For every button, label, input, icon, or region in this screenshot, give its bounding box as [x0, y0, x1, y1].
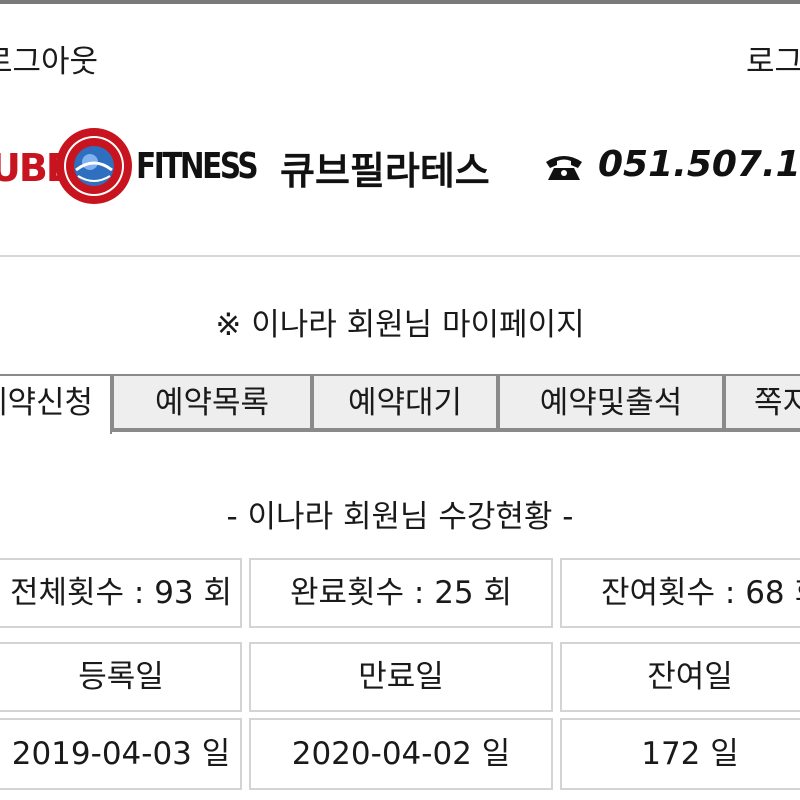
top-strip: [0, 0, 800, 4]
tab-baseline: [112, 430, 800, 432]
tab-messages[interactable]: 쪽지: [724, 374, 800, 430]
tab-reservation-waitlist[interactable]: 예약대기: [312, 374, 498, 430]
expiry-date: 2020-04-02 일: [291, 736, 511, 772]
completed-sessions: 완료횟수 : 25 회: [289, 575, 513, 611]
remaining-sessions-cell: 잔여횟수 : 68 회: [560, 558, 800, 628]
remaining-days-header: 잔여일: [647, 659, 733, 695]
expiry-header-cell: 만료일: [249, 642, 553, 712]
mypage-title-text: ※ 이나라 회원님 마이페이지: [215, 307, 585, 343]
registered-date: 2019-04-03 일: [11, 736, 231, 772]
brand-name: 큐브필라테스: [280, 149, 490, 193]
expiry-header: 만료일: [358, 659, 444, 695]
total-sessions-cell: 전체횟수 : 93 회: [0, 558, 242, 628]
tab-bar: 예약신청 예약목록 예약대기 예약및출석 쪽지: [0, 374, 800, 434]
top-links: 로그아웃 로그인: [0, 40, 800, 84]
remaining-days: 172 일: [641, 736, 739, 772]
telephone-icon: [546, 156, 582, 180]
status-title: - 이나라 회원님 수강현황 -: [226, 499, 574, 535]
completed-sessions-cell: 완료횟수 : 25 회: [249, 558, 553, 628]
registered-header-cell: 등록일: [0, 642, 242, 712]
tab-reservation-request[interactable]: 예약신청: [0, 374, 112, 434]
remaining-days-header-cell: 잔여일: [560, 642, 800, 712]
logo-text-right: FITNESS: [136, 146, 259, 187]
login-link[interactable]: 로그인: [746, 40, 800, 84]
tab-reservation-attendance[interactable]: 예약및출석: [498, 374, 724, 430]
total-sessions: 전체횟수 : 93 회: [9, 575, 233, 611]
remaining-days-cell: 172 일: [560, 718, 800, 790]
registered-date-cell: 2019-04-03 일: [0, 718, 242, 790]
expiry-date-cell: 2020-04-02 일: [249, 718, 553, 790]
tab-reservation-list[interactable]: 예약목록: [112, 374, 312, 430]
remaining-sessions: 잔여횟수 : 68 회: [600, 575, 800, 611]
site-header: UBE FITNESS 큐브필라테스 051.507.1020: [0, 118, 800, 218]
header-divider: [0, 255, 800, 257]
mypage-title: ※ 이나라 회원님 마이페이지: [0, 300, 800, 350]
phone-number[interactable]: 051.507.1020: [598, 144, 800, 185]
logout-link[interactable]: 로그아웃: [0, 40, 98, 84]
page: 로그아웃 로그인 UBE FITNESS 큐브필라테스 051.507.1020…: [0, 0, 800, 800]
registered-header: 등록일: [78, 659, 164, 695]
logo-emblem-icon: [56, 128, 132, 204]
